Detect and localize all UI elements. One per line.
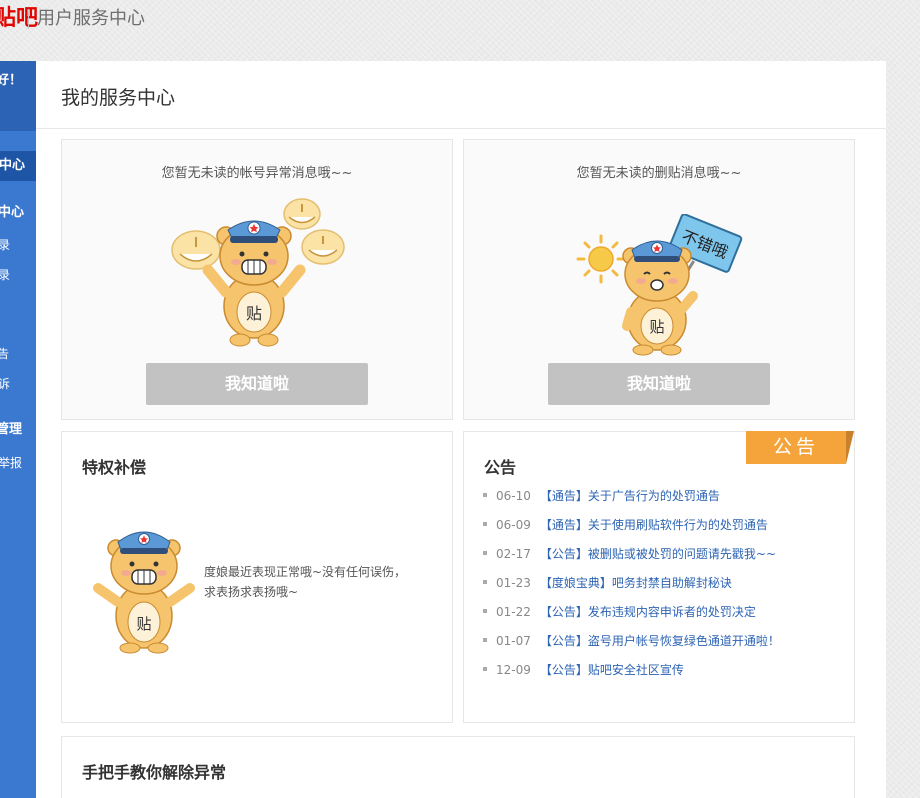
delete-message-text: 您暂无未读的删贴消息哦~~ xyxy=(576,166,742,181)
tutorial-card: 手把手教你解除异常 xyxy=(61,736,855,798)
coin-icon xyxy=(171,230,221,270)
notice-item[interactable]: 12-09 【公告】贴吧安全社区宣传 xyxy=(483,662,780,691)
svg-text:贴: 贴 xyxy=(649,318,664,336)
sidebar-item-record-2[interactable]: 录 xyxy=(0,267,10,283)
notice-item[interactable]: 06-09 【通告】关于使用刷贴软件行为的处罚通告 xyxy=(483,517,780,546)
notice-item[interactable]: 01-07 【公告】盗号用户帐号恢复绿色通道开通啦！ xyxy=(483,633,780,662)
compensation-text-line2: 求表扬求表扬哦~ xyxy=(204,585,299,599)
svg-text:贴: 贴 xyxy=(136,615,151,633)
sidebar-item-report[interactable]: 举报 xyxy=(0,455,22,471)
top-header: 贴吧 用户服务中心 xyxy=(0,0,920,40)
coin-icon xyxy=(301,229,345,265)
tieba-logo[interactable]: 贴吧 xyxy=(0,6,38,32)
delete-message-card: 您暂无未读的删贴消息哦~~ 不错哦 贴 我知道啦 xyxy=(463,139,855,420)
notice-card: 公告 公告 06-10 【通告】关于广告行为的处罚通告 06-09 【通告】关于使用… xyxy=(463,431,855,723)
page-header-title: 用户服务中心 xyxy=(37,8,145,29)
sidebar-item-record-1[interactable]: 录 xyxy=(0,237,10,253)
bear-mascot-coins: 贴 xyxy=(171,198,345,347)
notice-title: 公告 xyxy=(484,458,517,477)
notice-item[interactable]: 01-23 【度娘宝典】吧务封禁自助解封秘诀 xyxy=(483,575,780,604)
sidebar-item-section-center[interactable]: 中心 xyxy=(0,205,24,221)
compensation-text: 度娘最近表现正常哦~没有任何误伤， 求表扬求表扬哦~ xyxy=(204,562,434,602)
notice-list: 06-10 【通告】关于广告行为的处罚通告 06-09 【通告】关于使用刷贴软件行为… xyxy=(483,488,780,691)
account-acknowledge-button[interactable]: 我知道啦 xyxy=(146,363,368,405)
bear-badge-text: 贴 xyxy=(246,304,262,323)
sidebar-item-management[interactable]: 管理 xyxy=(0,422,22,438)
account-message-text: 您暂无未读的帐号异常消息哦~~ xyxy=(161,166,353,181)
sun-icon xyxy=(576,234,626,284)
delete-acknowledge-button[interactable]: 我知道啦 xyxy=(548,363,770,405)
right-gutter xyxy=(886,61,920,798)
notice-ribbon: 公告 xyxy=(746,431,854,466)
header-divider xyxy=(28,9,29,29)
sidebar: 好！ 心中心 中心 录 录 告 诉 管理 举报 xyxy=(0,61,36,798)
compensation-text-line1: 度娘最近表现正常哦~没有任何误伤， xyxy=(204,565,407,579)
sidebar-user-area: 好！ xyxy=(0,61,36,131)
compensation-title: 特权补偿 xyxy=(82,458,147,477)
bear-mascot-sign: 不错哦 贴 xyxy=(576,214,743,356)
coin-icon xyxy=(283,198,321,230)
sidebar-item-service-center[interactable]: 心中心 xyxy=(0,158,25,174)
sidebar-greeting: 好！ xyxy=(0,73,23,88)
sidebar-item-notice[interactable]: 告 xyxy=(0,346,9,362)
notice-ribbon-text: 公告 xyxy=(772,436,819,458)
compensation-card: 特权补偿 贴 度娘最近表现正常哦~没有任何误伤， 求表扬求表扬哦~ xyxy=(61,431,453,723)
notice-item[interactable]: 06-10 【通告】关于广告行为的处罚通告 xyxy=(483,488,780,517)
bear-mascot-compensation: 贴 xyxy=(93,531,195,654)
notice-item[interactable]: 02-17 【公告】被删贴或被处罚的问题请先戳我~~ xyxy=(483,546,780,575)
account-message-card: 您暂无未读的帐号异常消息哦~~ 贴 我知道啦 xyxy=(61,139,453,420)
main-title-bar: 我的服务中心 xyxy=(36,61,886,129)
notice-item[interactable]: 01-22 【公告】发布违规内容申诉者的处罚决定 xyxy=(483,604,780,633)
page-title: 我的服务中心 xyxy=(61,87,176,109)
tutorial-title: 手把手教你解除异常 xyxy=(82,763,227,782)
sidebar-item-appeal[interactable]: 诉 xyxy=(0,376,10,392)
main-panel: 我的服务中心 您暂无未读的帐号异常消息哦~~ 贴 我知道啦 您暂无未读的删贴消息… xyxy=(36,61,886,798)
